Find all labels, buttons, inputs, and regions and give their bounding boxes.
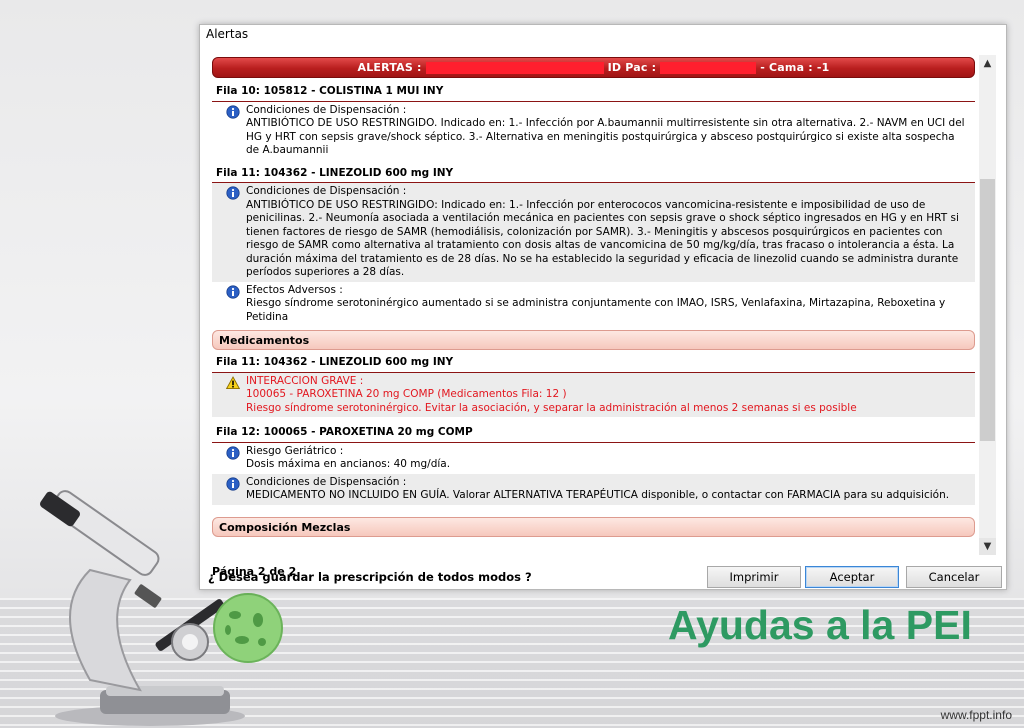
efectos-title: Efectos Adversos : [246, 283, 343, 296]
interaccion-line1: 100065 - PAROXETINA 20 mg COMP (Medicame… [246, 388, 567, 400]
condiciones-title: Condiciones de Dispensación : [246, 185, 407, 197]
footer-url: www.fppt.info [940, 708, 1012, 722]
info-icon [226, 445, 240, 460]
alerts-content[interactable]: ALERTAS : ID Pac : - Cama : -1 Fila 10: … [210, 55, 977, 579]
condiciones-title: Condiciones de Dispensación : [246, 103, 407, 116]
info-icon [226, 476, 240, 491]
fila-10-condiciones: Condiciones de Dispensación : ANTIBIÓTIC… [212, 102, 975, 160]
riesgo-text: Dosis máxima en ancianos: 40 mg/día. [246, 458, 451, 470]
riesgo-geriatrico: Riesgo Geriátrico : Dosis máxima en anci… [212, 443, 975, 474]
aceptar-button[interactable]: Aceptar [805, 566, 899, 588]
info-icon [226, 104, 240, 119]
fila-10-header: Fila 10: 105812 - COLISTINA 1 MUI INY [212, 82, 975, 102]
redacted-patient-id [660, 61, 757, 74]
alert-banner: ALERTAS : ID Pac : - Cama : -1 [212, 57, 975, 78]
vertical-scrollbar[interactable]: ▲ [979, 55, 996, 555]
riesgo-title: Riesgo Geriátrico : [246, 444, 344, 457]
info-icon [226, 186, 240, 200]
warning-icon [226, 375, 240, 389]
med-fila-12-header: Fila 12: 100065 - PAROXETINA 20 mg COMP [212, 423, 975, 443]
banner-alertas-label: ALERTAS : [357, 60, 422, 74]
condiciones-text: MEDICAMENTO NO INCLUIDO EN GUÍA. Valorar… [246, 489, 950, 501]
slide-title: Ayudas a la PEI [668, 602, 972, 648]
imprimir-button[interactable]: Imprimir [707, 566, 801, 588]
fila-12-condiciones: Condiciones de Dispensación : MEDICAMENT… [212, 473, 975, 505]
banner-cama-label: - Cama : -1 [760, 60, 830, 74]
efectos-text: Riesgo síndrome serotoninérgico aumentad… [246, 297, 946, 323]
alertas-dialog: Alertas ALERTAS : ID Pac : - Cama : -1 F… [199, 24, 1007, 590]
fila-11-efectos: Efectos Adversos : Riesgo síndrome serot… [212, 282, 975, 327]
scroll-thumb[interactable] [980, 179, 995, 441]
condiciones-title: Condiciones de Dispensación : [246, 475, 407, 488]
med-fila-11-header: Fila 11: 104362 - LINEZOLID 600 mg INY [212, 353, 975, 373]
condiciones-text: ANTIBIÓTICO DE USO RESTRINGIDO. Indicado… [246, 117, 965, 156]
section-composicion-mezclas: Composición Mezclas [212, 516, 975, 537]
scroll-up-icon[interactable]: ▲ [979, 55, 996, 72]
banner-id-pac-label: ID Pac : [607, 60, 657, 74]
condiciones-text: ANTIBIÓTICO DE USO RESTRINGIDO: Indicado… [246, 198, 959, 279]
section-medicamentos: Medicamentos [212, 330, 975, 350]
scroll-down-icon[interactable]: ▼ [979, 538, 996, 555]
redacted-patient-name [425, 61, 604, 74]
info-icon [226, 284, 240, 299]
confirm-question: ¿ Desea guardar la prescripción de todos… [208, 570, 532, 584]
cancelar-button[interactable]: Cancelar [906, 566, 1002, 588]
interaccion-grave: INTERACCION GRAVE : 100065 - PAROXETINA … [212, 372, 975, 417]
fila-11-condiciones: Condiciones de Dispensación : ANTIBIÓTIC… [212, 183, 975, 282]
interaccion-title: INTERACCION GRAVE : [246, 374, 364, 387]
dialog-title: Alertas [206, 27, 249, 41]
interaccion-line2: Riesgo síndrome serotoninérgico. Evitar … [246, 401, 857, 414]
fila-11-header: Fila 11: 104362 - LINEZOLID 600 mg INY [212, 164, 975, 183]
